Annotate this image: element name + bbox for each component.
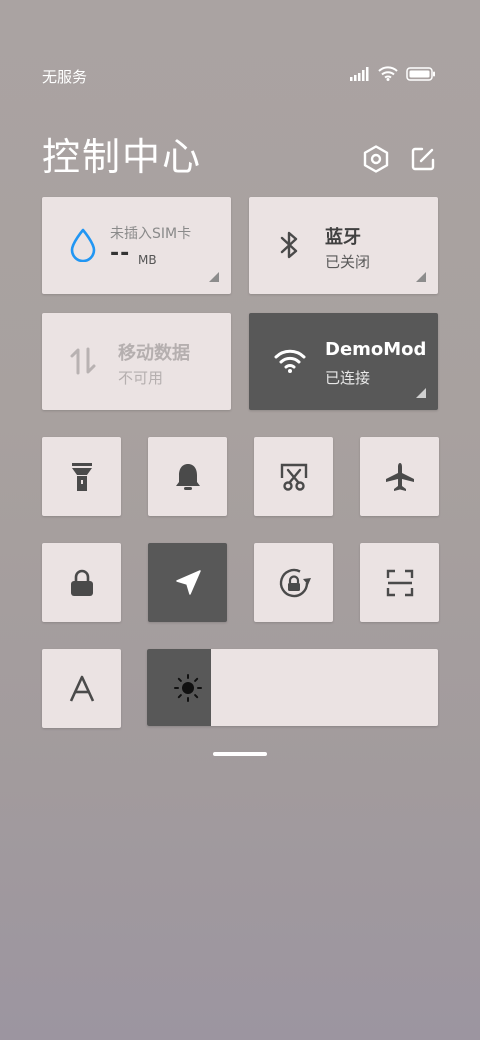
flashlight-toggle[interactable] — [42, 437, 121, 516]
location-arrow-icon — [175, 569, 201, 595]
wifi-icon — [378, 66, 398, 81]
screenshot-scissors-icon — [280, 463, 307, 491]
bluetooth-tile[interactable]: 蓝牙 已关闭 — [249, 197, 438, 294]
wifi-network-name: DemoMod — [325, 339, 427, 360]
expand-corner-icon — [416, 272, 426, 282]
location-toggle[interactable] — [148, 543, 227, 622]
ringer-toggle[interactable] — [148, 437, 227, 516]
status-icons — [350, 66, 436, 81]
flashlight-icon — [71, 462, 92, 491]
lock-icon — [70, 569, 93, 596]
signal-icon — [350, 66, 369, 81]
lock-screen-toggle[interactable] — [42, 543, 121, 622]
water-drop-icon — [66, 227, 100, 263]
edit-button[interactable] — [406, 142, 440, 176]
rotation-lock-icon — [279, 568, 311, 597]
mobile-data-tile[interactable]: 移动数据 不可用 — [42, 313, 231, 410]
sim-data-tile[interactable]: 未插入SIM卡 -- MB — [42, 197, 231, 294]
scan-icon — [386, 569, 413, 596]
data-arrows-icon — [66, 343, 100, 379]
bluetooth-icon — [273, 227, 307, 263]
carrier-text: 无服务 — [42, 68, 88, 86]
settings-button[interactable] — [359, 142, 393, 176]
mobile-data-status: 不可用 — [118, 369, 164, 387]
airplane-icon — [385, 462, 414, 491]
battery-icon — [406, 66, 435, 81]
page-title: 控制中心 — [42, 135, 203, 179]
bluetooth-title: 蓝牙 — [325, 227, 361, 248]
wifi-icon — [273, 343, 307, 379]
mobile-data-title: 移动数据 — [118, 343, 190, 364]
font-a-icon — [69, 675, 94, 702]
hexagon-settings-icon — [363, 145, 389, 173]
sim-status-label: 未插入SIM卡 — [110, 226, 192, 242]
brightness-slider[interactable] — [147, 649, 438, 726]
data-usage-unit: MB — [138, 253, 157, 267]
wifi-tile[interactable]: DemoMod 已连接 — [249, 313, 438, 410]
expand-corner-icon — [416, 388, 426, 398]
scanner-toggle[interactable] — [360, 543, 439, 622]
data-usage-value: -- — [110, 241, 131, 266]
wifi-status: 已连接 — [325, 369, 371, 387]
expand-corner-icon — [209, 272, 219, 282]
airplane-toggle[interactable] — [360, 437, 439, 516]
bluetooth-status: 已关闭 — [325, 253, 371, 271]
panel-drag-handle[interactable] — [213, 752, 267, 756]
bell-icon — [175, 463, 200, 490]
rotation-lock-toggle[interactable] — [254, 543, 333, 622]
sun-icon — [174, 674, 202, 702]
edit-icon — [411, 147, 435, 171]
font-size-toggle[interactable] — [42, 649, 121, 728]
status-bar: 无服务 — [0, 0, 480, 100]
screenshot-toggle[interactable] — [254, 437, 333, 516]
